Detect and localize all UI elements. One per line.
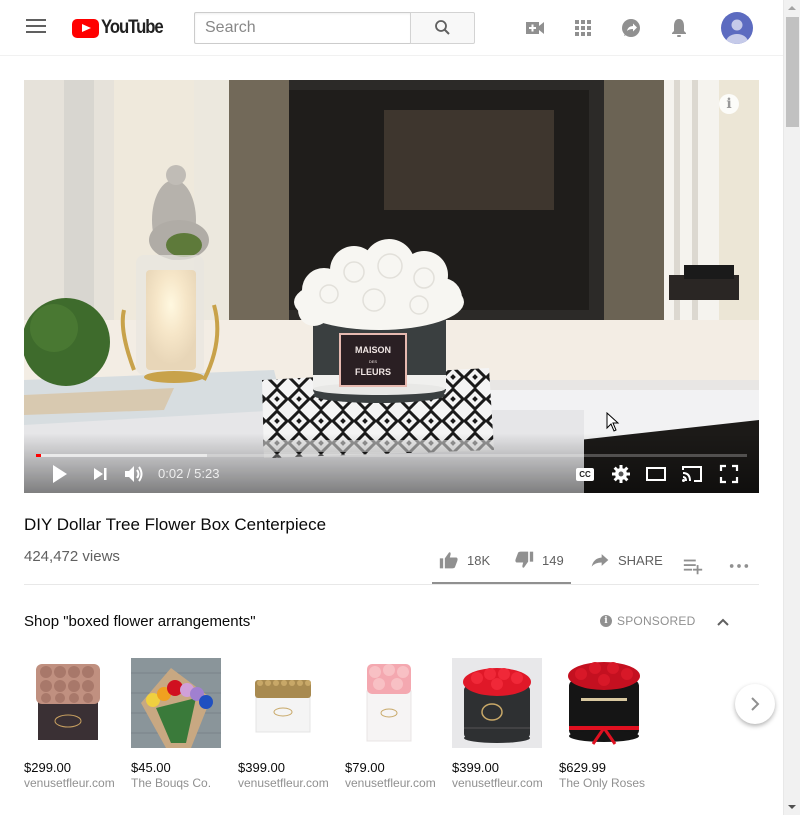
youtube-play-logo-icon	[72, 18, 99, 38]
progress-buffered	[36, 454, 207, 457]
logo-text: YouTube	[101, 17, 164, 38]
product-card[interactable]: $629.99 The Only Roses	[559, 658, 659, 790]
progress-bar[interactable]	[36, 454, 747, 457]
product-image-gold-roses-white-box	[238, 658, 328, 748]
progress-played	[36, 454, 41, 457]
box-brand-line2: FLEURS	[355, 367, 391, 377]
time-display: 0:02 / 5:23	[158, 466, 220, 481]
box-brand-line1: MAISON	[355, 345, 391, 355]
product-card[interactable]: $45.00 The Bouqs Co.	[131, 658, 231, 790]
product-card[interactable]: $79.00 venusetfleur.com	[345, 658, 445, 790]
thumbs-down-icon	[515, 551, 534, 568]
video-player[interactable]: MAISON DES FLEURS i 0:02 / 5:23 CC	[24, 80, 759, 493]
product-image-red-roses-black-round-box	[452, 658, 542, 748]
like-count: 18K	[467, 552, 491, 568]
product-price: $399.00	[238, 760, 285, 775]
chevron-up-icon[interactable]	[713, 612, 733, 632]
theater-mode-icon[interactable]	[644, 462, 668, 486]
product-merchant: The Only Roses	[559, 776, 646, 790]
product-card[interactable]: $399.00 venusetfleur.com	[452, 658, 552, 790]
sponsored-label[interactable]: i SPONSORED	[600, 614, 695, 628]
product-card[interactable]: $399.00 venusetfleur.com	[238, 658, 338, 790]
page-scrollbar[interactable]	[783, 0, 800, 815]
product-image-rainbow-rose-bouquet	[131, 658, 221, 748]
scroll-up-arrow-icon[interactable]	[788, 6, 796, 10]
dislike-count: 149	[542, 552, 564, 568]
product-price: $299.00	[24, 760, 71, 775]
info-icon[interactable]: i	[719, 94, 739, 114]
like-ratio-bar	[432, 582, 571, 584]
product-image-red-roses-black-box-ribbon	[559, 658, 649, 748]
product-merchant: venusetfleur.com	[345, 776, 435, 790]
youtube-logo[interactable]: YouTube	[72, 16, 171, 40]
captions-label: CC	[579, 470, 591, 479]
play-icon[interactable]	[48, 462, 72, 486]
search-input[interactable]	[194, 12, 411, 44]
share-icon	[591, 554, 609, 567]
captions-button[interactable]: CC	[576, 468, 594, 481]
masthead: YouTube	[0, 0, 783, 56]
scroll-down-arrow-icon[interactable]	[788, 805, 796, 809]
chevron-right-icon	[751, 697, 760, 711]
view-count: 424,472 views	[24, 548, 120, 565]
product-price: $629.99	[559, 760, 606, 775]
avatar-person-icon	[726, 19, 748, 44]
settings-gear-icon[interactable]	[609, 462, 633, 486]
youtube-watch-page: YouTube Search MAISON DES FLEURS i 0:02 …	[0, 0, 800, 815]
product-price: $399.00	[452, 760, 499, 775]
mouse-cursor-icon	[606, 412, 620, 432]
fullscreen-icon[interactable]	[717, 462, 741, 486]
scroll-thumb[interactable]	[786, 17, 799, 127]
product-image-rose-gold-roses-black-box	[24, 658, 114, 748]
share-button[interactable]: SHARE	[590, 544, 663, 576]
product-merchant: venusetfleur.com	[238, 776, 328, 790]
account-avatar[interactable]	[721, 12, 753, 44]
search-button[interactable]	[410, 12, 475, 44]
next-icon[interactable]	[88, 462, 112, 486]
product-price: $79.00	[345, 760, 385, 775]
menu-icon[interactable]	[26, 19, 46, 37]
dislike-button[interactable]: 149	[514, 544, 564, 576]
more-actions-icon[interactable]	[728, 550, 750, 582]
like-button[interactable]: 18K	[439, 544, 490, 576]
share-label: SHARE	[618, 552, 663, 568]
sponsored-text: SPONSORED	[617, 614, 696, 628]
search-icon	[435, 20, 450, 35]
box-brand-small: DES	[369, 359, 378, 364]
product-card[interactable]: $299.00 venusetfleur.com	[24, 658, 124, 790]
product-merchant: The Bouqs Co.	[131, 776, 212, 790]
notifications-icon[interactable]	[667, 16, 691, 40]
product-merchant: venusetfleur.com	[452, 776, 542, 790]
create-video-icon[interactable]	[523, 16, 547, 40]
apps-icon[interactable]	[571, 16, 595, 40]
product-image-pink-roses-white-box	[345, 658, 435, 748]
product-price: $45.00	[131, 760, 171, 775]
video-title: DIY Dollar Tree Flower Box Centerpiece	[24, 515, 327, 534]
info-icon: i	[600, 615, 612, 627]
video-frame: MAISON DES FLEURS	[24, 80, 759, 493]
shop-section-title: Shop "boxed flower arrangements"	[24, 613, 256, 630]
volume-icon[interactable]	[122, 462, 146, 486]
product-merchant: venusetfleur.com	[24, 776, 114, 790]
carousel-next-button[interactable]	[735, 684, 775, 724]
messages-icon[interactable]	[619, 16, 643, 40]
cast-icon[interactable]	[680, 462, 704, 486]
save-to-playlist-icon[interactable]	[682, 550, 704, 582]
thumbs-up-icon	[439, 552, 458, 569]
divider	[24, 584, 759, 585]
